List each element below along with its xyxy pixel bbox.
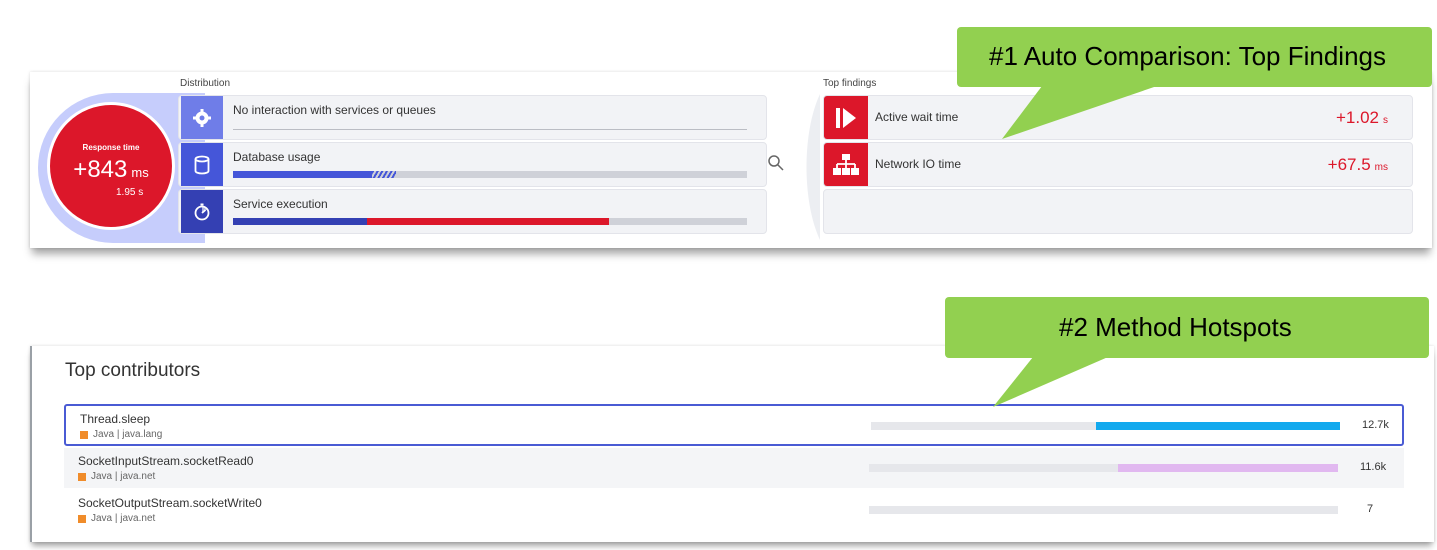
java-icon: [78, 472, 86, 481]
active-wait-icon: [824, 96, 868, 139]
contributor-bar: [871, 422, 1340, 430]
finding-number: +1.02: [1335, 108, 1379, 127]
distribution-row-database[interactable]: Database usage: [178, 142, 767, 187]
contributor-row[interactable]: Thread.sleep Java | java.lang 12.7k: [64, 404, 1404, 446]
contributor-name: Thread.sleep: [80, 412, 151, 426]
contributor-name: SocketInputStream.socketRead0: [78, 454, 254, 468]
top-contributors-panel: Top contributors Thread.sleep Java | jav…: [30, 346, 1434, 542]
response-time-number: +843: [73, 156, 128, 183]
finding-unit: ms: [1374, 162, 1388, 173]
top-contributors-title: Top contributors: [65, 360, 201, 381]
response-time-title: Response time: [82, 143, 140, 152]
finding-unit: s: [1383, 115, 1388, 126]
finding-value: +67.5 ms: [1328, 155, 1388, 175]
contributor-bar-fill: [1117, 464, 1338, 472]
response-time-unit: ms: [131, 165, 149, 180]
callout-pointer: [1002, 86, 1157, 139]
distribution-row-execution[interactable]: Service execution: [178, 189, 767, 234]
distribution-row-services[interactable]: No interaction with services or queues: [178, 95, 767, 140]
contributor-bar-fill: [1096, 422, 1340, 430]
connector-bracket: [806, 94, 820, 240]
stopwatch-icon: [181, 190, 223, 233]
contributor-bar: [869, 506, 1338, 514]
response-time-total: 1.95 s: [116, 187, 144, 198]
contributor-tech: Java | java.net: [91, 513, 156, 524]
response-time-value: +843 ms: [50, 156, 172, 184]
top-findings-label: Top findings: [823, 78, 877, 89]
contributor-bar: [869, 464, 1338, 472]
callout-text: #1 Auto Comparison: Top Findings: [989, 41, 1386, 71]
contributor-tech: Java | java.net: [91, 471, 156, 482]
java-icon: [78, 514, 86, 523]
callout-pointer: [993, 357, 1108, 407]
contributor-meta: Java | java.net: [78, 471, 155, 482]
finding-label: Active wait time: [875, 110, 959, 124]
database-bar-hatch: [372, 171, 396, 178]
finding-network-io[interactable]: Network IO time +67.5 ms: [823, 142, 1413, 187]
callout-text: #2 Method Hotspots: [1059, 312, 1292, 342]
contributor-meta: Java | java.net: [78, 513, 155, 524]
contributor-meta: Java | java.lang: [80, 429, 162, 440]
contributor-row[interactable]: SocketOutputStream.socketWrite0 Java | j…: [64, 490, 1404, 530]
contributor-tech: Java | java.lang: [93, 429, 163, 440]
callout-auto-comparison: #1 Auto Comparison: Top Findings: [957, 27, 1432, 139]
distribution-row-bar: [233, 129, 747, 130]
execution-bar-red: [367, 218, 609, 225]
execution-bar-blue: [233, 218, 367, 225]
response-time-gauge[interactable]: Response time +843 ms 1.95 s: [47, 102, 175, 230]
distribution-panel: Distribution Response time +843 ms 1.95 s…: [30, 72, 1432, 248]
distribution-row-label: No interaction with services or queues: [233, 103, 436, 117]
distribution-row-bar: [233, 218, 747, 225]
contributor-value: 12.7k: [1362, 419, 1389, 431]
java-icon: [80, 430, 88, 439]
contributor-row[interactable]: SocketInputStream.socketRead0 Java | jav…: [64, 448, 1404, 488]
finding-number: +67.5: [1327, 155, 1371, 174]
distribution-label: Distribution: [180, 78, 231, 89]
database-icon: [181, 143, 223, 186]
distribution-row-label: Service execution: [233, 197, 328, 211]
finding-label: Network IO time: [875, 157, 962, 171]
database-bar-fill: [233, 171, 372, 178]
distribution-row-label: Database usage: [233, 150, 321, 164]
network-icon: [824, 143, 868, 186]
contributor-value: 7: [1367, 503, 1374, 515]
callout-method-hotspots: #2 Method Hotspots: [945, 297, 1429, 407]
gear-icon: [181, 96, 223, 139]
finding-value: +1.02 s: [1336, 108, 1388, 128]
search-icon[interactable]: [767, 154, 785, 177]
distribution-row-bar: [233, 171, 747, 178]
contributor-value: 11.6k: [1360, 461, 1387, 473]
contributor-name: SocketOutputStream.socketWrite0: [78, 496, 262, 510]
finding-empty-slot: [823, 189, 1413, 234]
